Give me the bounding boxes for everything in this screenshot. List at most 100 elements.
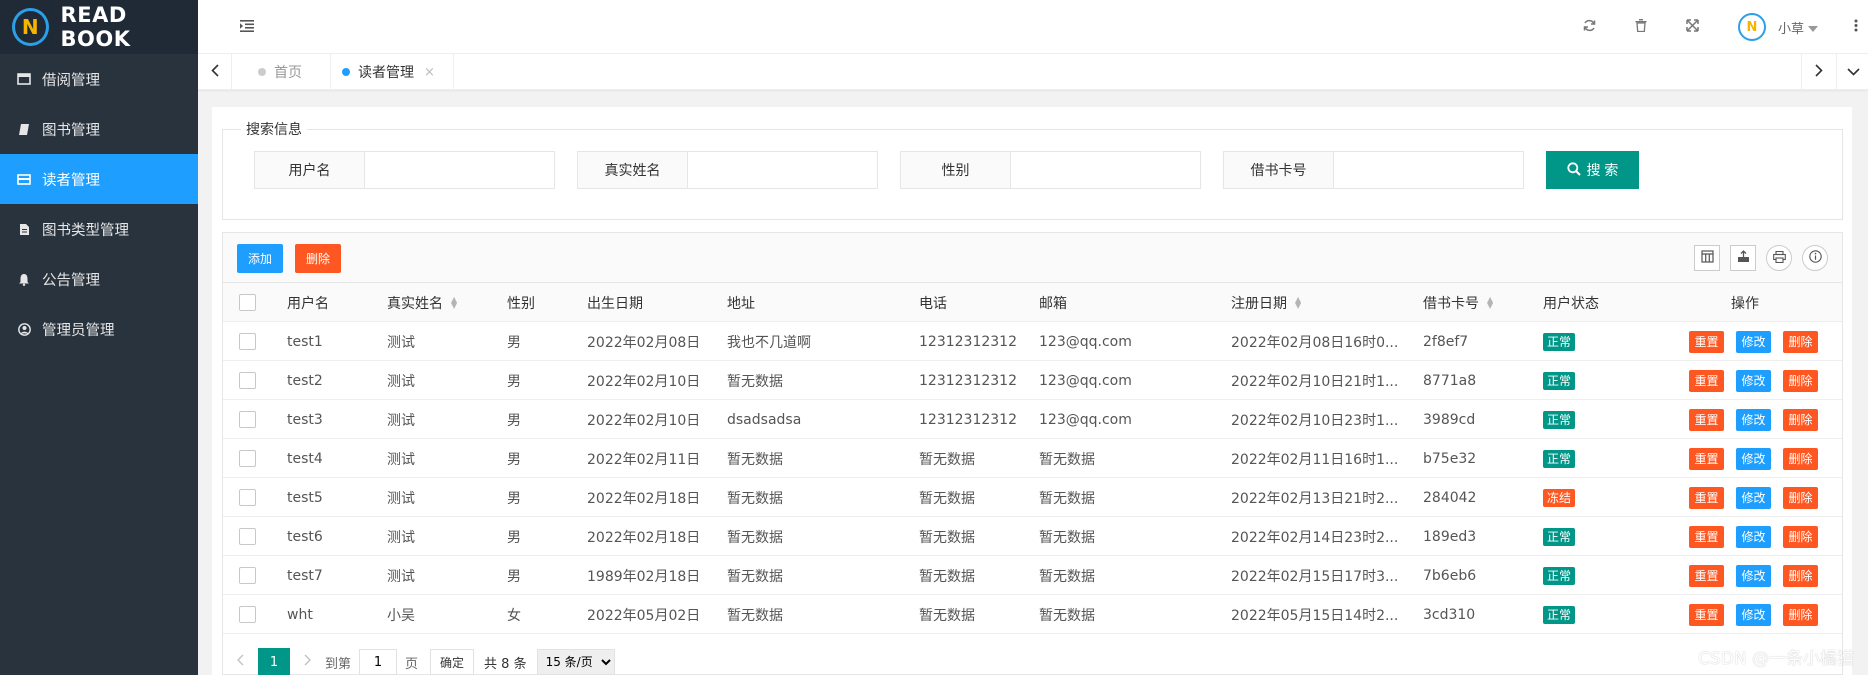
goto-page-input[interactable]	[359, 649, 398, 675]
sidebar-item-label: 读者管理	[42, 172, 100, 189]
cell-card: 2f8ef7	[1423, 333, 1469, 350]
realname-input[interactable]	[688, 152, 877, 188]
row-checkbox[interactable]	[239, 528, 256, 545]
cell-status: 正常	[1543, 322, 1576, 361]
tabs-menu-button[interactable]	[1836, 54, 1868, 90]
card-number-field: 借书卡号	[1223, 151, 1524, 189]
fullscreen-button[interactable]	[1677, 0, 1707, 54]
delete-button[interactable]: 删除	[1783, 408, 1818, 431]
next-page-icon[interactable]	[304, 654, 311, 670]
top-header: N 小草	[198, 0, 1868, 54]
logo[interactable]: N READ BOOK	[0, 0, 198, 54]
info-icon	[1808, 250, 1822, 266]
sidebar-item-notices[interactable]: 公告管理	[0, 254, 198, 304]
cell-register-date: 2022年02月11日16时1...	[1231, 451, 1399, 468]
user-name: 小草	[1778, 21, 1805, 37]
pagination: 1 到第 页 确定 共 8 条 15 条/页	[223, 647, 1842, 675]
reset-button[interactable]: 重置	[1689, 603, 1724, 626]
cell-register-date: 2022年02月10日23时1...	[1231, 412, 1399, 429]
goto-confirm-button[interactable]: 确定	[430, 649, 475, 675]
card-number-input[interactable]	[1334, 152, 1523, 188]
batch-delete-button[interactable]: 删除	[295, 244, 341, 273]
more-button[interactable]	[1846, 0, 1866, 54]
cell-gender: 男	[507, 373, 521, 390]
row-checkbox[interactable]	[239, 567, 256, 584]
table-row[interactable]: test7 测试 男 1989年02月18日 暂无数据 暂无数据 暂无数据 2022年02月1…	[223, 556, 1842, 595]
export-button[interactable]	[1730, 245, 1756, 271]
username-input[interactable]	[365, 152, 554, 188]
delete-button[interactable]: 删除	[1783, 447, 1818, 470]
row-checkbox[interactable]	[239, 606, 256, 623]
row-checkbox[interactable]	[239, 372, 256, 389]
edit-button[interactable]: 修改	[1736, 603, 1771, 626]
table-row[interactable]: test6 测试 男 2022年02月18日 暂无数据 暂无数据 暂无数据 2022年02月1…	[223, 517, 1842, 556]
reset-button[interactable]: 重置	[1689, 369, 1724, 392]
table-row[interactable]: test2 测试 男 2022年02月10日 暂无数据 12312312312 123@qq…	[223, 361, 1842, 400]
goto-label: 到第	[325, 656, 352, 672]
file-icon	[16, 221, 32, 237]
column-header-register-date[interactable]: 注册日期 ▲ ▼	[1231, 283, 1301, 322]
reset-button[interactable]: 重置	[1689, 564, 1724, 587]
tab-home[interactable]: 首页	[232, 54, 331, 90]
prev-page-icon[interactable]	[237, 654, 244, 670]
delete-button[interactable]: 删除	[1783, 330, 1818, 353]
add-button[interactable]: 添加	[237, 244, 283, 273]
cell-register-date: 2022年05月15日14时2...	[1231, 607, 1399, 624]
columns-filter-button[interactable]	[1694, 245, 1720, 271]
clear-cache-button[interactable]	[1626, 0, 1656, 54]
edit-button[interactable]: 修改	[1736, 369, 1771, 392]
sidebar-item-admins[interactable]: 管理员管理	[0, 304, 198, 354]
table-row[interactable]: test3 测试 男 2022年02月10日 dsadsadsa 12312312312 1…	[223, 400, 1842, 439]
reset-button[interactable]: 重置	[1689, 486, 1724, 509]
sidebar-item-readers[interactable]: 读者管理	[0, 154, 198, 204]
delete-button[interactable]: 删除	[1783, 486, 1818, 509]
delete-button[interactable]: 删除	[1783, 603, 1818, 626]
edit-button[interactable]: 修改	[1736, 330, 1771, 353]
refresh-button[interactable]	[1574, 0, 1604, 54]
column-header-card[interactable]: 借书卡号 ▲ ▼	[1423, 283, 1493, 322]
select-all-checkbox[interactable]	[239, 294, 256, 311]
cell-username: wht	[287, 606, 313, 623]
tabs-prev-button[interactable]	[198, 54, 232, 90]
column-header-realname[interactable]: 真实姓名 ▲ ▼	[387, 283, 457, 322]
sidebar-item-books[interactable]: 图书管理	[0, 104, 198, 154]
edit-button[interactable]: 修改	[1736, 408, 1771, 431]
table-row[interactable]: test4 测试 男 2022年02月11日 暂无数据 暂无数据 暂无数据 2022年02月1…	[223, 439, 1842, 478]
cell-email: 123@qq.com	[1039, 333, 1132, 350]
reset-button[interactable]: 重置	[1689, 525, 1724, 548]
row-checkbox[interactable]	[239, 333, 256, 350]
reset-button[interactable]: 重置	[1689, 408, 1724, 431]
search-button[interactable]: 搜 索	[1546, 151, 1639, 189]
tab-reader-management[interactable]: 读者管理 ×	[330, 54, 454, 90]
reset-button[interactable]: 重置	[1689, 447, 1724, 470]
sidebar-item-borrow[interactable]: 借阅管理	[0, 54, 198, 104]
edit-button[interactable]: 修改	[1736, 447, 1771, 470]
close-icon[interactable]: ×	[424, 65, 435, 80]
table-row[interactable]: test5 测试 男 2022年02月18日 暂无数据 暂无数据 暂无数据 2022年02月1…	[223, 478, 1842, 517]
edit-button[interactable]: 修改	[1736, 564, 1771, 587]
search-legend: 搜索信息	[246, 122, 302, 138]
reset-button[interactable]: 重置	[1689, 330, 1724, 353]
gender-input[interactable]	[1011, 152, 1200, 188]
sidebar-item-book-types[interactable]: 图书类型管理	[0, 204, 198, 254]
row-checkbox[interactable]	[239, 450, 256, 467]
table-row[interactable]: test1 测试 男 2022年02月08日 我也不几道啊 12312312312 123@…	[223, 322, 1842, 361]
delete-button[interactable]: 删除	[1783, 369, 1818, 392]
delete-button[interactable]: 删除	[1783, 525, 1818, 548]
row-checkbox[interactable]	[239, 489, 256, 506]
cell-register-date: 2022年02月14日23时2...	[1231, 529, 1399, 546]
row-checkbox[interactable]	[239, 411, 256, 428]
page-size-select[interactable]: 15 条/页	[536, 649, 615, 675]
edit-button[interactable]: 修改	[1736, 486, 1771, 509]
delete-button[interactable]: 删除	[1783, 564, 1818, 587]
edit-button[interactable]: 修改	[1736, 525, 1771, 548]
cell-realname: 测试	[387, 412, 415, 429]
user-menu[interactable]: N 小草	[1738, 0, 1838, 54]
print-button[interactable]	[1766, 245, 1792, 271]
trash-icon	[1635, 18, 1647, 36]
current-page[interactable]: 1	[258, 648, 290, 675]
info-button[interactable]	[1802, 245, 1828, 271]
tabs-next-button[interactable]	[1801, 54, 1835, 90]
table-row[interactable]: wht 小吴 女 2022年05月02日 暂无数据 暂无数据 暂无数据 2022年05月15日…	[223, 595, 1842, 634]
menu-toggle-button[interactable]	[232, 0, 262, 54]
